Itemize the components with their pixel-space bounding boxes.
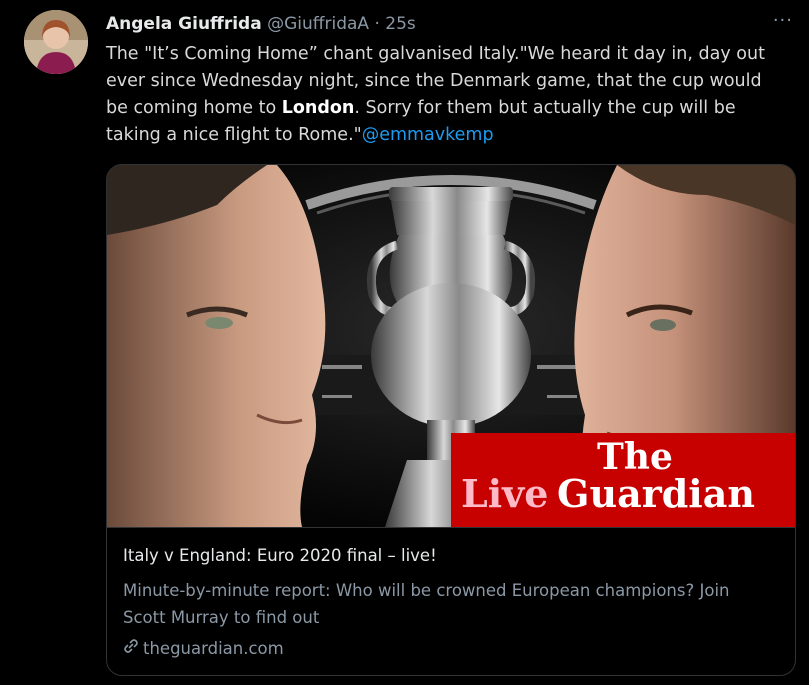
guardian-logo-box: The Live Guardian bbox=[451, 433, 795, 527]
link-card[interactable]: The Live Guardian Italy v England: Euro … bbox=[106, 164, 796, 676]
card-description: Minute-by-minute report: Who will be cro… bbox=[123, 581, 730, 627]
tweet-header: Angela Giuffrida @GiuffridaA · 25s bbox=[106, 13, 416, 35]
author-name[interactable]: Angela Giuffrida bbox=[106, 14, 262, 34]
card-image[interactable]: The Live Guardian bbox=[107, 165, 795, 527]
author-handle[interactable]: @GiuffridaA bbox=[267, 14, 369, 34]
left-face-graphic bbox=[107, 165, 326, 527]
card-info[interactable]: Italy v England: Euro 2020 final – live!… bbox=[107, 527, 795, 675]
guardian-logo-live: Live bbox=[461, 471, 549, 516]
card-domain[interactable]: theguardian.com bbox=[123, 638, 284, 658]
card-domain-text: theguardian.com bbox=[143, 639, 284, 658]
guardian-logo-guardian: Guardian bbox=[557, 471, 755, 516]
more-options-icon[interactable]: ··· bbox=[773, 10, 793, 31]
link-icon bbox=[123, 638, 139, 658]
timestamp[interactable]: 25s bbox=[385, 14, 416, 34]
mention-link[interactable]: @emmavkemp bbox=[362, 125, 494, 145]
card-title[interactable]: Italy v England: Euro 2020 final – live! bbox=[123, 546, 437, 565]
avatar[interactable] bbox=[24, 10, 88, 74]
tweet-text-bold: London bbox=[281, 98, 355, 118]
tweet-text: The "It’s Coming Home” chant galvanised … bbox=[106, 41, 786, 149]
avatar-image bbox=[24, 10, 88, 74]
separator-dot: · bbox=[374, 14, 380, 34]
tweet[interactable]: Angela Giuffrida @GiuffridaA · 25s ··· T… bbox=[0, 0, 809, 685]
